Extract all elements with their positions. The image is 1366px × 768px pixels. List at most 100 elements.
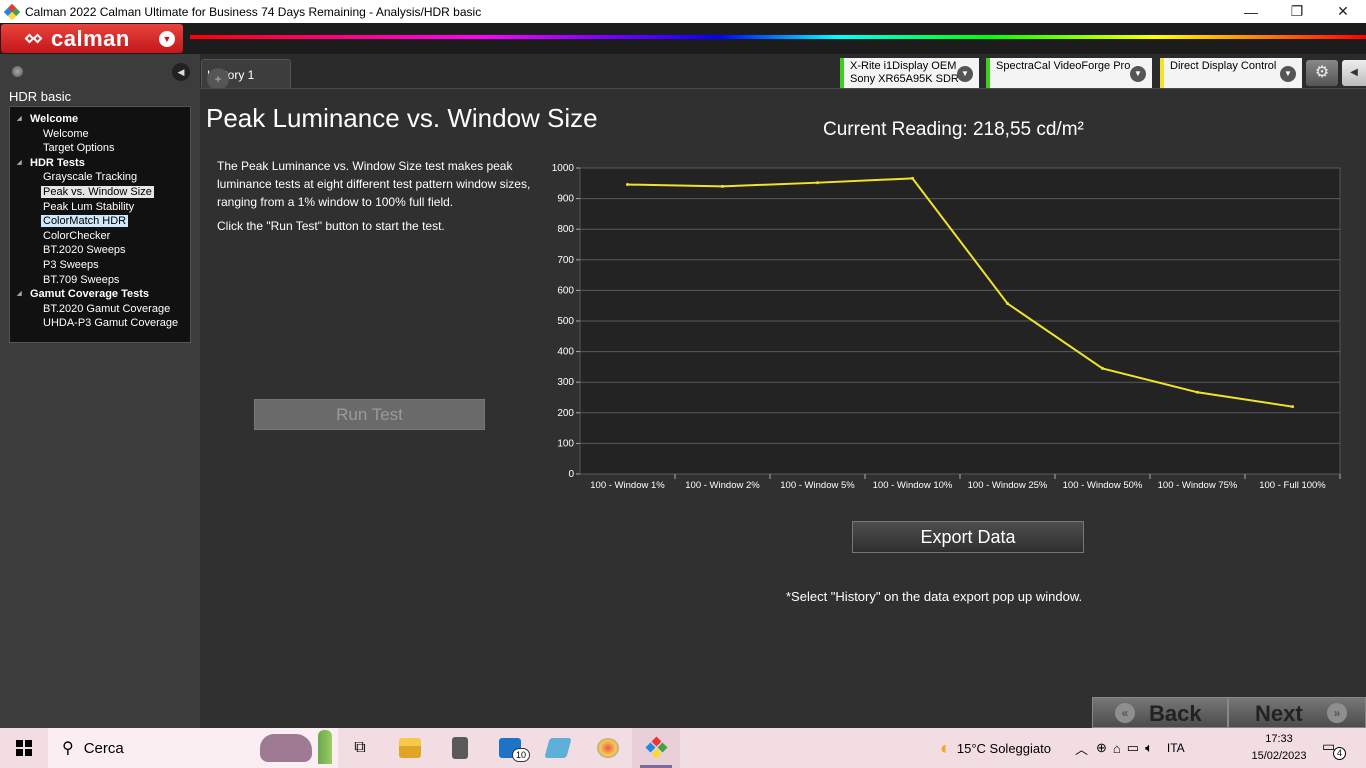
collapse-panel-icon[interactable]: ◀	[1342, 60, 1366, 86]
minimize-icon[interactable]: —	[1228, 0, 1274, 23]
tree-item[interactable]: Peak Lum Stability	[10, 200, 190, 215]
tree-item-label: Grayscale Tracking	[43, 171, 138, 184]
calman-taskbar-icon[interactable]	[632, 728, 680, 768]
source-device-selector[interactable]: SpectraCal VideoForge Pro ▼	[986, 58, 1152, 88]
data-point	[1291, 405, 1294, 409]
weather-text[interactable]: 15°C Soleggiato	[957, 741, 1051, 756]
test-description: The Peak Luminance vs. Window Size test …	[217, 159, 531, 209]
tree-item-label: Welcome	[30, 113, 79, 125]
tree-item-label: Gamut Coverage Tests	[30, 288, 150, 301]
tree-item[interactable]: BT.2020 Gamut Coverage	[10, 302, 190, 317]
luminance-chart: 0 100 200 300 400 500 600 700 800 900 1000 100 - Wi…	[552, 164, 1341, 491]
search-placeholder: Cerca	[83, 739, 124, 757]
run-test-button[interactable]: Run Test	[254, 399, 485, 430]
back-button[interactable]: « Back	[1092, 697, 1228, 728]
back-label: Back	[1149, 701, 1202, 726]
notification-center-icon[interactable]: ▭ 4	[1322, 738, 1346, 760]
app-tray-icon[interactable]: ⌂	[1113, 741, 1121, 756]
calman-logo-icon	[645, 736, 668, 759]
data-point	[721, 184, 724, 188]
tree-item-label: HDR Tests	[30, 156, 85, 169]
paint-icon[interactable]	[584, 728, 632, 768]
next-label: Next	[1255, 701, 1303, 726]
network-icon[interactable]: ⊕	[1096, 740, 1107, 756]
tab-bar: History 1 + X-Rite i1Display OEM Sony XR…	[200, 54, 1366, 90]
add-tab-icon[interactable]: +	[207, 68, 229, 90]
test-instruction: Click the "Run Test" button to start the…	[217, 219, 445, 233]
tree-item[interactable]: Peak vs. Window Size	[10, 185, 190, 200]
taskbar-search[interactable]: ⚲ Cerca	[48, 728, 338, 768]
chevron-down-icon: ▼	[159, 31, 175, 47]
clock-date: 15/02/2023	[1251, 750, 1307, 762]
brand-bar: calman ▼	[0, 23, 1366, 54]
restore-icon[interactable]: ❐	[1274, 0, 1320, 23]
volume-icon[interactable]: 🔈︎	[1145, 740, 1153, 756]
gear-icon[interactable]: ⚙	[1306, 60, 1338, 86]
chevron-down-icon[interactable]: ▼	[1280, 66, 1296, 82]
tree-item-label: Welcome	[43, 127, 89, 140]
tree-item-label: UHDA-P3 Gamut Coverage	[43, 317, 179, 330]
sidebar: ◀ HDR basic Welcome Welcome Target Options…	[0, 54, 200, 728]
y-tick-label: 1000	[552, 164, 575, 174]
chevron-down-icon[interactable]: ▼	[957, 66, 973, 82]
search-highlight-grass	[318, 730, 332, 764]
main-panel: Peak Luminance vs. Window Size The Peak …	[200, 88, 1366, 728]
data-point	[816, 181, 819, 185]
display-device-selector[interactable]: Direct Display Control ▼	[1160, 58, 1302, 88]
tree-item-label: Peak Lum Stability	[43, 200, 135, 213]
x-tick-label: 100 - Window 2%	[685, 480, 760, 491]
sun-weather-icon[interactable]: ◐	[940, 738, 951, 759]
window-title: Calman 2022 Calman Ultimate for Business…	[25, 4, 482, 19]
rainbow-stripe	[190, 35, 1366, 39]
x-tick-label: 100 - Window 5%	[780, 480, 855, 491]
file-explorer-icon[interactable]	[386, 728, 434, 768]
meter-device-selector[interactable]: X-Rite i1Display OEM Sony XR65A95K SDR ▼	[840, 58, 979, 88]
calman-menu-button[interactable]: calman ▼	[1, 24, 183, 53]
close-icon[interactable]: ✕	[1320, 0, 1366, 23]
x-tick-label: 100 - Window 25%	[968, 480, 1048, 491]
tree-item[interactable]: Welcome	[10, 127, 190, 142]
notes-app-icon[interactable]	[534, 728, 582, 768]
y-tick-label: 400	[557, 347, 574, 358]
x-tick-label: 100 - Window 10%	[873, 480, 953, 491]
battery-icon[interactable]: ▭	[1127, 740, 1139, 756]
mail-icon[interactable]: 10	[486, 728, 534, 768]
language-indicator[interactable]: ITA	[1167, 741, 1185, 755]
mail-badge: 10	[512, 748, 530, 762]
x-tick-label: 100 - Window 50%	[1063, 480, 1143, 491]
data-point	[1196, 390, 1199, 394]
y-tick-label: 600	[557, 285, 574, 296]
status-dot-icon	[12, 66, 23, 77]
tab-history-1[interactable]: History 1 +	[201, 59, 291, 90]
tree-item[interactable]: P3 Sweeps	[10, 258, 190, 273]
chevron-up-icon[interactable]: ︿	[1075, 739, 1088, 758]
clock[interactable]: 17:33 15/02/2023	[1248, 731, 1310, 765]
calman-logo-icon	[24, 30, 43, 48]
tree-item[interactable]: Grayscale Tracking	[10, 170, 190, 185]
y-tick-label: 300	[557, 377, 574, 388]
calculator-icon[interactable]	[436, 728, 484, 768]
data-point	[1006, 302, 1009, 306]
task-view-icon[interactable]: ⧉	[336, 728, 384, 768]
tree-item-label: Target Options	[43, 142, 115, 155]
tree-item[interactable]: BT.709 Sweeps	[10, 273, 190, 288]
y-tick-label: 800	[557, 224, 574, 235]
tree-item[interactable]: ColorChecker	[10, 229, 190, 244]
y-tick-label: 500	[557, 316, 574, 327]
tree-item[interactable]: ColorMatch HDR	[10, 214, 190, 229]
next-button[interactable]: Next »	[1228, 697, 1366, 728]
export-data-button[interactable]: Export Data	[852, 521, 1084, 553]
start-button[interactable]	[0, 728, 48, 768]
tree-group[interactable]: Welcome	[10, 112, 190, 127]
y-tick-label: 900	[557, 194, 574, 205]
tree-group[interactable]: HDR Tests	[10, 156, 190, 171]
tree-item[interactable]: BT.2020 Sweeps	[10, 243, 190, 258]
tree-item[interactable]: Target Options	[10, 141, 190, 156]
tree-group[interactable]: Gamut Coverage Tests	[10, 287, 190, 302]
tree-item[interactable]: UHDA-P3 Gamut Coverage	[10, 316, 190, 331]
chevron-down-icon[interactable]: ▼	[1130, 66, 1146, 82]
title-bar: Calman 2022 Calman Ultimate for Business…	[0, 0, 1366, 23]
search-icon: ⚲	[62, 740, 74, 757]
collapse-sidebar-icon[interactable]: ◀	[172, 63, 190, 81]
workflow-title: HDR basic	[9, 89, 72, 104]
